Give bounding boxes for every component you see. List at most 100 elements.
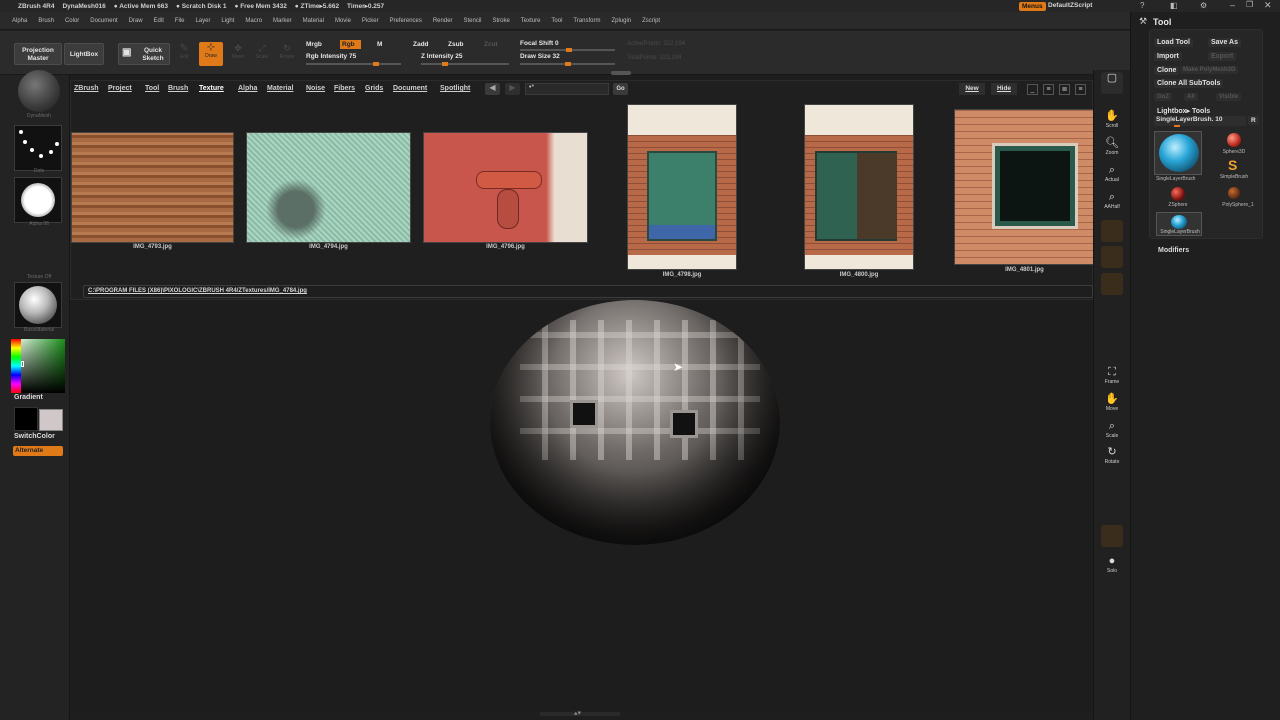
menu-file[interactable]: File [175,18,185,24]
import-button[interactable]: Import [1154,52,1182,61]
menus-button[interactable]: Menus [1019,2,1046,11]
draw-size-thumb[interactable] [565,62,571,66]
zoom-button[interactable]: 🔍︎ Zoom [1101,137,1123,159]
edit-button[interactable]: ✎ Edit [174,43,194,65]
nav-noise[interactable]: Noise [306,85,325,92]
zcut-toggle[interactable]: Zcut [484,41,498,48]
bpr-button[interactable]: ▢ [1101,72,1123,94]
rotate-view-button[interactable]: ↻ Rotate [1101,446,1123,468]
nav-document[interactable]: Document [393,85,427,92]
nav-grids[interactable]: Grids [365,85,383,92]
go-button[interactable]: Go [613,83,628,95]
menu-transform[interactable]: Transform [573,18,600,24]
zsub-toggle[interactable]: Zsub [448,41,464,48]
clone-all-subtools-button[interactable]: Clone All SubTools [1154,79,1224,88]
clone-button[interactable]: Clone [1154,66,1180,75]
menu-material[interactable]: Material [303,18,324,24]
modifiers-section[interactable]: Modifiers [1158,247,1189,254]
texture-thumb-3[interactable] [423,132,588,243]
color-picker[interactable] [11,339,65,393]
current-tool-thumb[interactable] [1174,125,1180,127]
lightbox-tools-button[interactable]: Lightbox▸ Tools [1154,106,1213,116]
persp-button[interactable] [1101,220,1123,242]
focal-shift-track[interactable] [520,48,615,52]
nav-spotlight[interactable]: Spotlight [440,85,470,92]
menu-stencil[interactable]: Stencil [463,18,481,24]
nav-brush[interactable]: Brush [168,85,188,92]
rgb-toggle[interactable]: Rgb [340,40,361,49]
stroke-thumbnail[interactable] [14,125,62,171]
minimize-panel-icon[interactable]: _ [1027,84,1038,95]
new-button[interactable]: New [959,83,985,95]
nav-alpha[interactable]: Alpha [238,85,257,92]
texture-thumb-4[interactable] [627,104,737,270]
move-view-button[interactable]: ✋ Move [1101,393,1123,415]
brush-thumbnail[interactable] [18,70,60,112]
expand-shelf-icon[interactable]: ▴▾ [574,709,581,717]
all-button[interactable]: All [1184,93,1198,101]
help-icon[interactable]: ? [1140,1,1144,10]
focal-shift-thumb[interactable] [566,48,572,52]
menu-light[interactable]: Light [221,18,234,24]
close-icon[interactable]: ✕ [1264,0,1272,11]
nav-project[interactable]: Project [108,85,132,92]
restore-icon[interactable]: ❐ [1246,0,1253,9]
export-button[interactable]: Export [1208,52,1237,61]
menu-preferences[interactable]: Preferences [390,18,422,24]
visible-button[interactable]: Visible [1216,93,1242,101]
alpha-thumbnail[interactable] [14,177,62,223]
settings-icon[interactable]: ⚙ [1200,1,1207,10]
local-button[interactable] [1101,273,1123,295]
menu-tool[interactable]: Tool [551,18,562,24]
menu-brush[interactable]: Brush [38,18,54,24]
scale-view-button[interactable]: ⌕ Scale [1101,420,1123,442]
menu-picker[interactable]: Picker [362,18,379,24]
r-button[interactable]: R [1248,116,1259,125]
z-intensity-track[interactable] [421,62,509,66]
grid-view-icon[interactable]: ≣ [1059,84,1070,95]
lightbox-button[interactable]: LightBox [64,43,104,65]
texture-thumb-5[interactable] [804,104,914,270]
save-as-button[interactable]: Save As [1208,38,1241,47]
nav-zbrush[interactable]: ZBrush [74,85,99,92]
gradient-label[interactable]: Gradient [14,394,43,401]
menu-edit[interactable]: Edit [154,18,164,24]
focal-shift-slider[interactable]: Focal Shift 0 [520,40,559,47]
switchcolor-button[interactable]: SwitchColor [14,433,55,440]
list-view-icon[interactable]: ≡ [1043,84,1054,95]
frame-button[interactable]: ⛶ Frame [1101,366,1123,388]
material-thumbnail[interactable] [14,282,62,328]
simplebrush-icon[interactable]: S [1228,157,1237,173]
menu-icon[interactable]: ≡ [1075,84,1086,95]
zsphere-icon[interactable] [1171,187,1185,201]
nav-fibers[interactable]: Fibers [334,85,355,92]
draw-size-slider[interactable]: Draw Size 32 [520,53,560,60]
main-color-swatch[interactable] [14,407,38,431]
nav-material[interactable]: Material [267,85,293,92]
rotate-button[interactable]: ↻ Rotate [276,43,298,65]
menu-zscript[interactable]: Zscript [642,18,660,24]
draw-button[interactable]: ⊹ Draw [199,42,223,66]
tool-palette-title[interactable]: Tool [1153,17,1171,27]
z-intensity-slider[interactable]: Z Intensity 25 [421,53,463,60]
next-arrow-icon[interactable]: ▶ [505,83,520,95]
scale-button[interactable]: ⤢ Scale [252,43,272,65]
tool-thumb-singlelayerbrush-small[interactable]: SingleLayerBrush [1156,212,1202,236]
menu-color[interactable]: Color [65,18,79,24]
menu-draw[interactable]: Draw [129,18,143,24]
load-tool-button[interactable]: Load Tool [1154,38,1193,47]
menu-alpha[interactable]: Alpha [12,18,27,24]
menu-macro[interactable]: Macro [245,18,262,24]
rgb-intensity-thumb[interactable] [373,62,379,66]
menu-zplugin[interactable]: Zplugin [611,18,631,24]
layout-icon[interactable]: ◧ [1170,1,1178,10]
goz-button[interactable]: GoZ [1154,93,1172,101]
draw-size-track[interactable] [520,62,615,66]
prev-arrow-icon[interactable]: ◀ [485,83,500,95]
scroll-button[interactable]: ✋ Scroll [1101,110,1123,132]
mrgb-toggle[interactable]: Mrgb [306,41,322,48]
m-toggle[interactable]: M [377,41,382,48]
rgb-intensity-slider[interactable]: Rgb Intensity 75 [306,53,356,60]
texture-thumb-1[interactable] [71,132,234,243]
menu-layer[interactable]: Layer [195,18,210,24]
